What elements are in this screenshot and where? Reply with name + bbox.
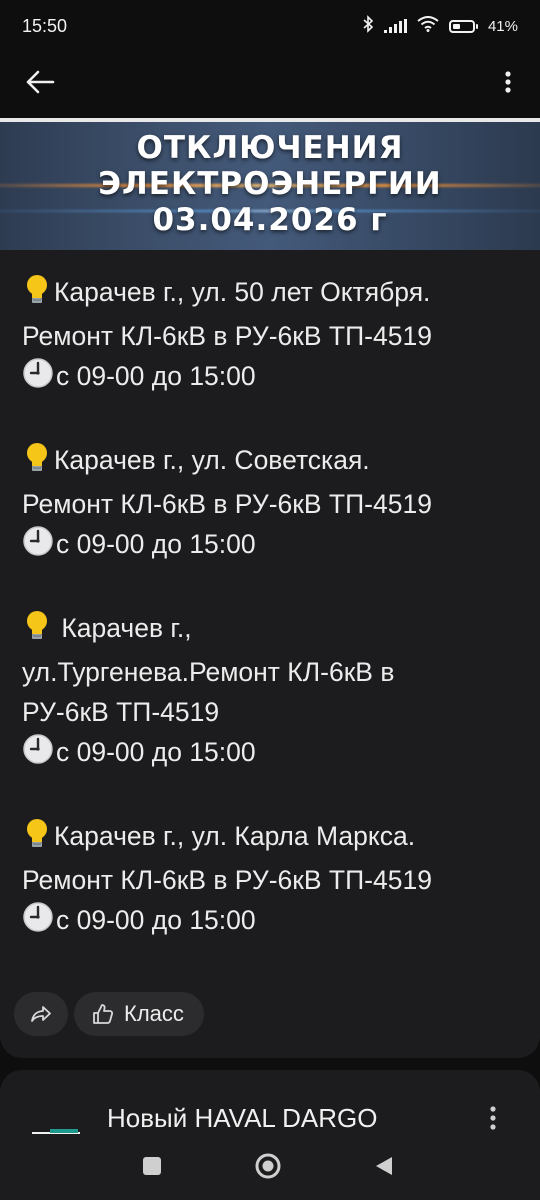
more-options-button[interactable] bbox=[490, 64, 526, 100]
lightbulb-icon bbox=[22, 273, 52, 316]
back-button[interactable] bbox=[22, 64, 58, 100]
outage-time: с 09-00 до 15:00 bbox=[56, 361, 256, 391]
lightbulb-icon bbox=[22, 817, 52, 860]
ad-logo-accent bbox=[50, 1129, 78, 1133]
lightbulb-icon bbox=[22, 441, 52, 484]
outage-address: Карачев г., ул. Карла Маркса. bbox=[54, 821, 416, 851]
battery-percent: 41% bbox=[487, 17, 518, 35]
recents-button[interactable] bbox=[138, 1152, 166, 1180]
signal-icon bbox=[383, 19, 407, 33]
home-circle-icon bbox=[255, 1153, 281, 1179]
share-icon bbox=[31, 1006, 51, 1022]
outage-time: с 09-00 до 15:00 bbox=[56, 905, 256, 935]
outage-address-cont: ул.Тургенева.Ремонт КЛ-6кВ в bbox=[22, 657, 395, 687]
ad-title[interactable]: Новый HAVAL DARGO bbox=[107, 1103, 378, 1134]
outage-time: с 09-00 до 15:00 bbox=[56, 529, 256, 559]
clock-icon bbox=[22, 357, 54, 400]
outage-item: Карачев г., ул. Советская. Ремонт КЛ-6кВ… bbox=[22, 440, 518, 568]
outage-item: Карачев г., ул. 50 лет Октября. Ремонт К… bbox=[22, 272, 518, 400]
outage-time: с 09-00 до 15:00 bbox=[56, 737, 256, 767]
post-banner-image: ОТКЛЮЧЕНИЯ ЭЛЕКТРОЭНЕРГИИ 03.04.2026 г bbox=[0, 118, 540, 250]
share-button[interactable] bbox=[14, 992, 68, 1036]
recents-square-icon bbox=[143, 1157, 161, 1175]
banner-title-line1: ОТКЛЮЧЕНИЯ bbox=[136, 130, 404, 166]
outage-work: Ремонт КЛ-6кВ в РУ-6кВ ТП-4519 bbox=[22, 489, 432, 519]
home-button[interactable] bbox=[252, 1150, 284, 1182]
status-icons: 41% bbox=[362, 15, 518, 37]
banner-title-line2: ЭЛЕКТРОЭНЕРГИИ bbox=[98, 166, 442, 202]
outage-work: РУ-6кВ ТП-4519 bbox=[22, 697, 220, 727]
outage-address: Карачев г., bbox=[54, 613, 192, 643]
banner-title-line3: 03.04.2026 г bbox=[152, 202, 388, 238]
battery-icon bbox=[448, 19, 478, 33]
post-card: ОТКЛЮЧЕНИЯ ЭЛЕКТРОЭНЕРГИИ 03.04.2026 г К… bbox=[0, 118, 540, 1058]
clock-icon bbox=[22, 733, 54, 776]
outage-address: Карачев г., ул. 50 лет Октября. bbox=[54, 277, 431, 307]
back-triangle-icon bbox=[376, 1157, 392, 1175]
thumbs-up-icon bbox=[93, 1004, 114, 1024]
post-actions: Класс bbox=[14, 992, 204, 1036]
wifi-icon bbox=[417, 16, 439, 36]
banner-title: ОТКЛЮЧЕНИЯ ЭЛЕКТРОЭНЕРГИИ 03.04.2026 г bbox=[98, 130, 441, 238]
outage-work: Ремонт КЛ-6кВ в РУ-6кВ ТП-4519 bbox=[22, 321, 432, 351]
outage-work: Ремонт КЛ-6кВ в РУ-6кВ ТП-4519 bbox=[22, 865, 432, 895]
more-vertical-icon bbox=[505, 71, 511, 93]
outage-item: Карачев г., ул.Тургенева.Ремонт КЛ-6кВ в… bbox=[22, 608, 518, 776]
more-vertical-icon bbox=[490, 1106, 496, 1130]
outage-item: Карачев г., ул. Карла Маркса. Ремонт КЛ-… bbox=[22, 816, 518, 944]
lightbulb-icon bbox=[22, 609, 52, 652]
ad-more-button[interactable] bbox=[478, 1100, 508, 1136]
status-time: 15:50 bbox=[22, 15, 68, 36]
nav-back-button[interactable] bbox=[370, 1152, 398, 1180]
bluetooth-icon bbox=[362, 15, 374, 37]
outage-address: Карачев г., ул. Советская. bbox=[54, 445, 370, 475]
arrow-left-icon bbox=[26, 70, 55, 94]
post-text: Карачев г., ул. 50 лет Октября. Ремонт К… bbox=[0, 250, 540, 944]
clock-icon bbox=[22, 525, 54, 568]
clock-icon bbox=[22, 901, 54, 944]
status-bar: 15:50 41% bbox=[0, 0, 540, 52]
like-button[interactable]: Класс bbox=[74, 992, 204, 1036]
like-label: Класс bbox=[124, 1001, 184, 1026]
app-bar bbox=[0, 52, 540, 112]
